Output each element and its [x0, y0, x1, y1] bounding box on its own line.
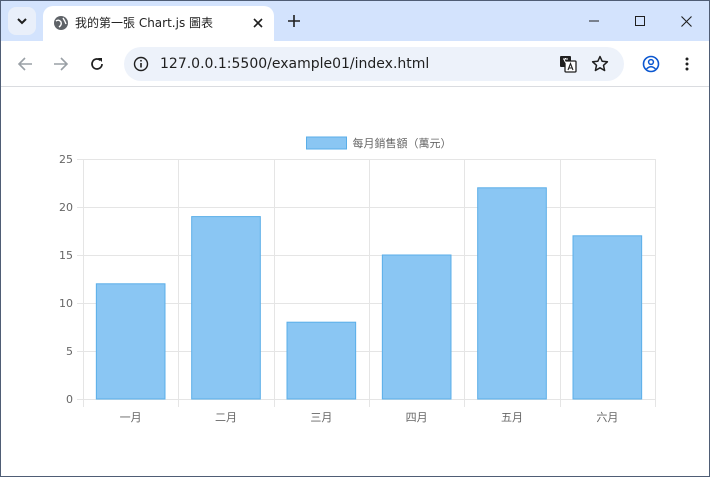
reload-button[interactable]: [83, 50, 111, 78]
tab-close-button[interactable]: [247, 12, 269, 34]
site-info-button[interactable]: [132, 55, 150, 73]
browser-toolbar: 127.0.0.1:5500/example01/index.html: [1, 41, 709, 87]
translate-button[interactable]: [558, 54, 578, 74]
active-tab[interactable]: 我的第一張 Chart.js 圖表: [43, 6, 274, 41]
x-tick-label: 二月: [215, 411, 237, 424]
tab-strip: 我的第一張 Chart.js 圖表: [1, 1, 709, 41]
y-tick-label: 10: [59, 297, 73, 310]
bar-chart: 0 5 10 15 20 25 一月 二月 三月 四月 五月 六月 每月銷售額（萬元）: [59, 136, 656, 424]
back-button[interactable]: [11, 50, 39, 78]
bar[interactable]: [95, 283, 166, 400]
y-tick-label: 0: [66, 393, 73, 406]
browser-window: 我的第一張 Chart.js 圖表 127.0.0.1:5500/example…: [0, 0, 710, 477]
kebab-menu-icon: [685, 57, 689, 71]
maximize-icon: [635, 16, 645, 26]
bar[interactable]: [381, 254, 452, 400]
new-tab-button[interactable]: [282, 9, 306, 33]
bar[interactable]: [286, 321, 357, 400]
x-tick-label: 六月: [596, 411, 618, 424]
bar[interactable]: [191, 216, 261, 400]
bar[interactable]: [572, 235, 643, 400]
arrow-right-icon: [54, 57, 69, 71]
x-tick-label: 四月: [406, 411, 428, 424]
y-tick-label: 25: [59, 153, 73, 166]
window-close-button[interactable]: [663, 1, 709, 41]
close-icon: [253, 18, 263, 28]
star-icon: [591, 55, 609, 72]
legend-label[interactable]: 每月銷售額（萬元）: [353, 136, 452, 150]
address-bar[interactable]: 127.0.0.1:5500/example01/index.html: [124, 47, 624, 81]
tab-search-button[interactable]: [8, 7, 36, 35]
arrow-left-icon: [17, 57, 32, 71]
url-text[interactable]: 127.0.0.1:5500/example01/index.html: [160, 54, 540, 74]
page-content: 0 5 10 15 20 25 一月 二月 三月 四月 五月 六月 每月銷售額（萬元）: [1, 88, 709, 476]
reload-icon: [91, 58, 103, 70]
translate-icon: [560, 56, 577, 73]
x-tick-label: 五月: [501, 411, 523, 424]
x-tick-label: 三月: [310, 411, 332, 424]
x-tick-label: 一月: [120, 411, 142, 424]
y-tick-label: 5: [66, 345, 73, 358]
profile-button[interactable]: [637, 50, 665, 78]
bar[interactable]: [477, 187, 547, 400]
bookmark-button[interactable]: [590, 54, 610, 74]
info-icon: [133, 56, 149, 72]
globe-icon: [54, 16, 68, 30]
minimize-button[interactable]: [571, 1, 617, 41]
minimize-icon: [589, 20, 599, 22]
y-tick-label: 20: [59, 201, 73, 214]
forward-button[interactable]: [47, 50, 75, 78]
close-icon: [680, 15, 692, 27]
chevron-down-icon: [17, 18, 27, 25]
legend-swatch[interactable]: [306, 136, 347, 150]
profile-icon: [642, 55, 660, 73]
y-tick-label: 15: [59, 249, 73, 262]
maximize-button[interactable]: [617, 1, 663, 41]
tab-title: 我的第一張 Chart.js 圖表: [75, 16, 214, 30]
menu-button[interactable]: [673, 50, 701, 78]
plus-icon: [288, 15, 300, 27]
